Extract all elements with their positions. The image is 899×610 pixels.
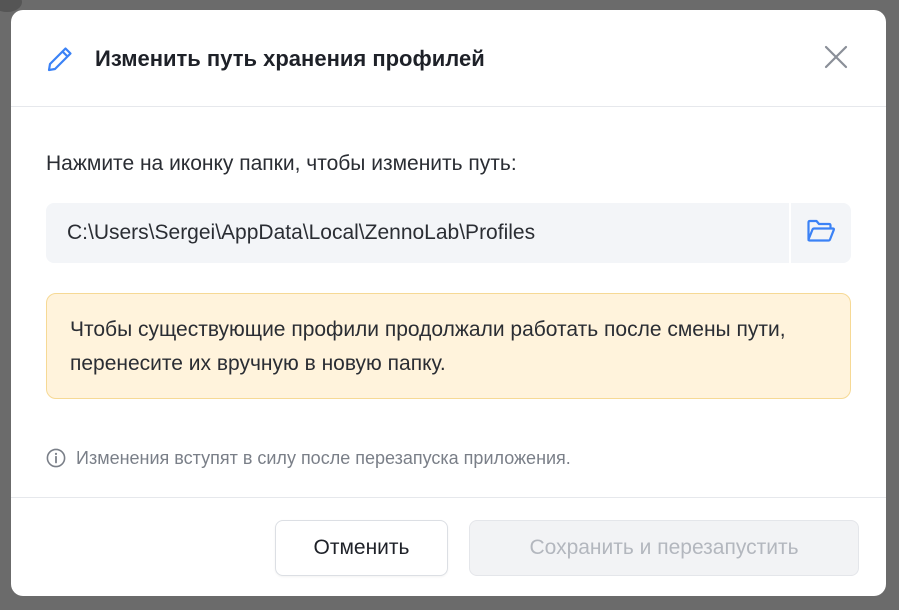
warning-box: Чтобы существующие профили продолжали ра… [46, 293, 851, 399]
restart-note: Изменения вступят в силу после перезапус… [46, 443, 571, 473]
dialog-header: Изменить путь хранения профилей [11, 10, 886, 107]
save-and-restart-button[interactable]: Сохранить и перезапустить [469, 520, 859, 576]
dialog-title: Изменить путь хранения профилей [95, 46, 485, 71]
cancel-button[interactable]: Отменить [275, 520, 448, 576]
info-icon [46, 448, 66, 468]
folder-open-icon [806, 218, 836, 249]
change-profile-path-dialog: Изменить путь хранения профилей Нажмите … [11, 10, 886, 596]
path-field: C:\Users\Sergei\AppData\Local\ZennoLab\P… [46, 203, 851, 263]
close-button[interactable] [821, 44, 851, 74]
instruction-text: Нажмите на иконку папки, чтобы изменить … [46, 152, 517, 175]
close-icon [824, 45, 848, 74]
browse-folder-button[interactable] [791, 203, 851, 263]
path-value: C:\Users\Sergei\AppData\Local\ZennoLab\P… [67, 221, 536, 244]
pencil-icon [45, 44, 75, 74]
note-text: Изменения вступят в силу после перезапус… [76, 447, 571, 468]
dialog-footer: Отменить Сохранить и перезапустить [11, 497, 886, 596]
